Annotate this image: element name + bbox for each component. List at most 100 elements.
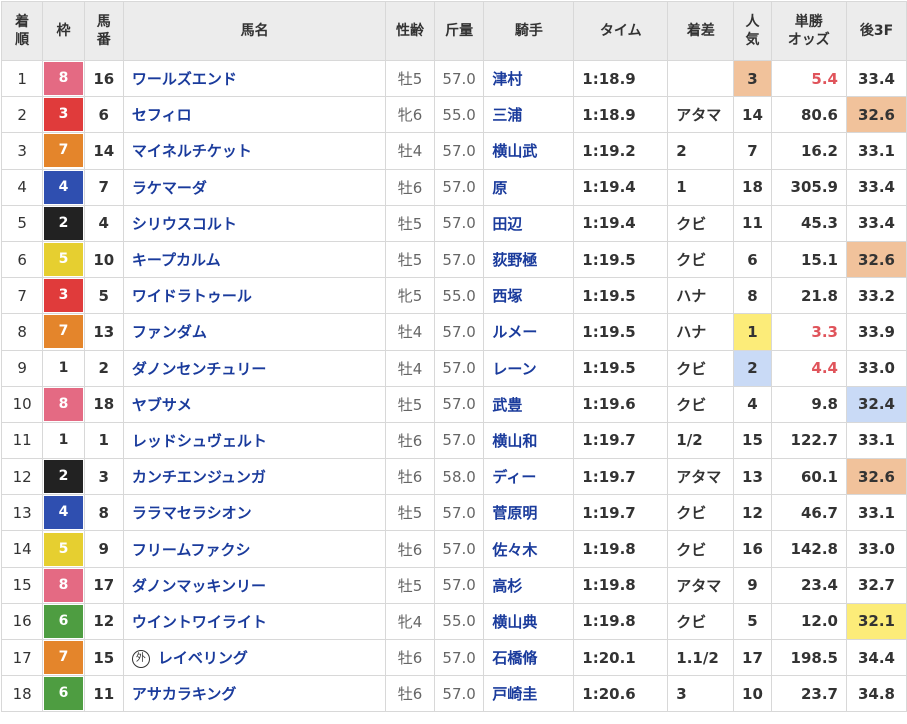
header-jockey[interactable]: 騎手 bbox=[483, 1, 575, 61]
horse-name-cell: ウイントワイライト bbox=[122, 602, 387, 641]
horse-number: 12 bbox=[83, 602, 124, 641]
finish-position: 16 bbox=[0, 602, 44, 641]
finish-time: 1:20.6 bbox=[573, 675, 669, 713]
popularity: 17 bbox=[733, 638, 772, 677]
header-odds[interactable]: 単勝 オッズ bbox=[770, 1, 847, 61]
horse-name-cell: ファンダム bbox=[122, 313, 387, 351]
popularity: 13 bbox=[733, 458, 772, 496]
header-popularity[interactable]: 人気 bbox=[733, 1, 772, 61]
gate-badge: 4 bbox=[44, 496, 83, 530]
horse-name-link[interactable]: ラケマーダ bbox=[132, 179, 207, 197]
win-odds: 9.8 bbox=[770, 385, 847, 423]
jockey-link[interactable]: ルメー bbox=[483, 313, 575, 351]
last-3f-time: 33.0 bbox=[845, 349, 907, 387]
last-3f-time: 33.2 bbox=[845, 277, 907, 315]
popularity: 2 bbox=[733, 349, 772, 387]
sex-age: 牡6 bbox=[385, 421, 435, 460]
finish-position: 4 bbox=[0, 168, 44, 206]
gate-badge: 3 bbox=[44, 98, 83, 132]
table-row: 18 6 11 アサカラキング 牡6 57.0 戸崎圭 1:20.6 3 10 23.7 34.8 bbox=[0, 675, 907, 713]
header-margin[interactable]: 着差 bbox=[667, 1, 735, 61]
jockey-link[interactable]: 津村 bbox=[483, 59, 575, 98]
horse-name-link[interactable]: ワイドラトゥール bbox=[132, 287, 252, 305]
jockey-link[interactable]: 三浦 bbox=[483, 96, 575, 134]
sex-age: 牡6 bbox=[385, 168, 435, 206]
jockey-link[interactable]: 横山典 bbox=[483, 602, 575, 641]
horse-name-link[interactable]: ワールズエンド bbox=[132, 70, 237, 88]
horse-name-link[interactable]: マイネルチケット bbox=[132, 142, 252, 160]
horse-name-link[interactable]: ララマセラシオン bbox=[132, 504, 252, 522]
horse-number: 17 bbox=[83, 566, 124, 604]
win-odds: 45.3 bbox=[770, 204, 847, 242]
table-row: 17 7 15 外レイベリング 牡6 57.0 石橋脩 1:20.1 1.1/2 17 198.5 3… bbox=[0, 638, 907, 677]
horse-name-link[interactable]: レッドシュヴェルト bbox=[132, 432, 267, 450]
horse-name-link[interactable]: ダノンマッキンリー bbox=[132, 577, 266, 595]
header-weight[interactable]: 斤量 bbox=[433, 1, 485, 61]
gate-badge: 6 bbox=[44, 604, 83, 638]
jockey-link[interactable]: 横山武 bbox=[483, 132, 575, 170]
popularity: 5 bbox=[733, 602, 772, 641]
gate-number: 6 bbox=[42, 675, 85, 713]
horse-number: 14 bbox=[83, 132, 124, 170]
jockey-link[interactable]: レーン bbox=[483, 349, 575, 387]
margin: ハナ bbox=[667, 277, 735, 315]
gate-number: 3 bbox=[42, 96, 85, 134]
horse-name-link[interactable]: フリームファクシ bbox=[132, 541, 251, 559]
finish-time: 1:19.4 bbox=[573, 168, 669, 206]
horse-name-link[interactable]: ファンダム bbox=[132, 323, 207, 341]
header-name[interactable]: 馬名 bbox=[122, 1, 387, 61]
horse-name-link[interactable]: キープカルム bbox=[132, 251, 221, 269]
finish-time: 1:19.5 bbox=[573, 349, 669, 387]
jockey-link[interactable]: 戸崎圭 bbox=[483, 675, 575, 713]
carried-weight: 58.0 bbox=[433, 458, 485, 496]
sex-age: 牝4 bbox=[385, 602, 435, 641]
last-3f-time: 32.6 bbox=[845, 96, 907, 134]
carried-weight: 57.0 bbox=[433, 168, 485, 206]
header-sexage[interactable]: 性齢 bbox=[385, 1, 435, 61]
finish-time: 1:19.7 bbox=[573, 494, 669, 532]
last-3f-time: 33.1 bbox=[845, 494, 907, 532]
sex-age: 牡5 bbox=[385, 204, 435, 242]
finish-position: 1 bbox=[0, 59, 44, 98]
popularity: 15 bbox=[733, 421, 772, 460]
horse-name-link[interactable]: セフィロ bbox=[132, 106, 192, 124]
header-rank[interactable]: 着順 bbox=[0, 1, 44, 61]
horse-name-link[interactable]: ヤブサメ bbox=[132, 396, 192, 414]
jockey-link[interactable]: ディー bbox=[483, 458, 575, 496]
finish-position: 13 bbox=[0, 494, 44, 532]
horse-name-cell: キープカルム bbox=[122, 240, 387, 279]
horse-name-link[interactable]: レイベリング bbox=[158, 649, 248, 667]
jockey-link[interactable]: 荻野極 bbox=[483, 240, 575, 279]
horse-name-link[interactable]: ダノンセンチュリー bbox=[132, 360, 267, 378]
last-3f-time: 33.4 bbox=[845, 204, 907, 242]
finish-time: 1:18.9 bbox=[573, 96, 669, 134]
horse-name-link[interactable]: シリウスコルト bbox=[132, 215, 237, 233]
jockey-link[interactable]: 石橋脩 bbox=[483, 638, 575, 677]
foreign-horse-icon: 外 bbox=[131, 650, 150, 669]
horse-name-link[interactable]: アサカラキング bbox=[132, 685, 237, 703]
jockey-link[interactable]: 田辺 bbox=[483, 204, 575, 242]
jockey-link[interactable]: 西塚 bbox=[483, 277, 575, 315]
horse-name-link[interactable]: ウイントワイライト bbox=[132, 613, 267, 631]
header-umaban[interactable]: 馬番 bbox=[83, 1, 124, 61]
last-3f-time: 32.7 bbox=[845, 566, 907, 604]
horse-name-cell: ラケマーダ bbox=[122, 168, 387, 206]
jockey-link[interactable]: 武豊 bbox=[483, 385, 575, 423]
horse-number: 11 bbox=[83, 675, 124, 713]
jockey-link[interactable]: 高杉 bbox=[483, 566, 575, 604]
header-time[interactable]: タイム bbox=[573, 1, 669, 61]
table-row: 10 8 18 ヤブサメ 牡5 57.0 武豊 1:19.6 クビ 4 9.8 32.4 bbox=[0, 385, 907, 423]
horse-name-cell: レッドシュヴェルト bbox=[122, 421, 387, 460]
jockey-link[interactable]: 横山和 bbox=[483, 421, 575, 460]
horse-number: 6 bbox=[83, 96, 124, 134]
header-last3f[interactable]: 後3F bbox=[845, 1, 907, 61]
jockey-link[interactable]: 佐々木 bbox=[483, 530, 575, 568]
horse-name-link[interactable]: カンチエンジュンガ bbox=[132, 468, 266, 486]
header-waku[interactable]: 枠 bbox=[42, 1, 85, 61]
jockey-link[interactable]: 原 bbox=[483, 168, 575, 206]
carried-weight: 55.0 bbox=[433, 602, 485, 641]
win-odds: 305.9 bbox=[770, 168, 847, 206]
gate-number: 6 bbox=[42, 602, 85, 641]
jockey-link[interactable]: 菅原明 bbox=[483, 494, 575, 532]
gate-number: 7 bbox=[42, 638, 85, 677]
